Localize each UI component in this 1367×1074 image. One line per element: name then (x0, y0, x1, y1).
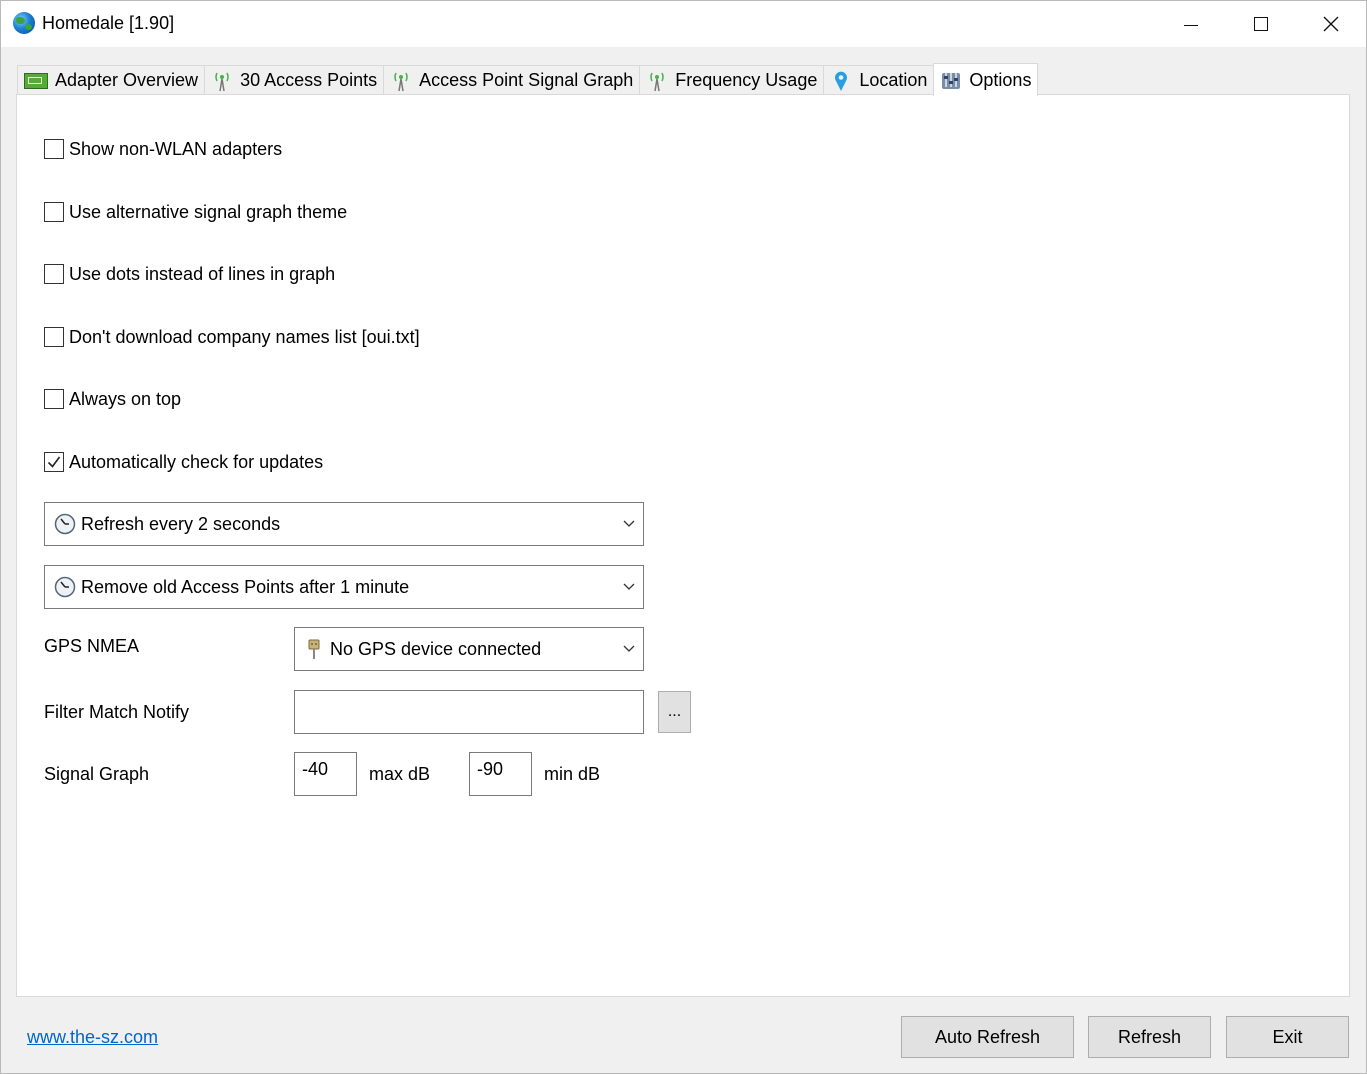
minimize-icon (1184, 24, 1198, 26)
close-button[interactable] (1296, 1, 1366, 47)
clock-icon (54, 576, 76, 598)
title-bar: Homedale [1.90] (1, 1, 1366, 47)
options-icon (940, 69, 962, 91)
maximize-button[interactable] (1226, 1, 1296, 47)
checkbox-dots-in-graph[interactable]: Use dots instead of lines in graph (44, 262, 335, 286)
gps-device-value: No GPS device connected (330, 638, 542, 659)
antenna-icon (646, 70, 668, 92)
checkbox-show-non-wlan[interactable]: Show non-WLAN adapters (44, 137, 282, 161)
auto-refresh-button[interactable]: Auto Refresh (901, 1016, 1074, 1058)
checkbox-box[interactable] (44, 264, 64, 284)
tab-label: Location (859, 70, 928, 90)
min-db-input[interactable]: -90 (469, 752, 532, 796)
gps-device-select[interactable]: No GPS device connected (294, 627, 644, 671)
checkbox-box[interactable] (44, 452, 64, 472)
network-adapter-icon (24, 72, 48, 89)
minimize-button[interactable] (1156, 1, 1226, 47)
website-link[interactable]: www.the-sz.com (27, 1027, 158, 1048)
signal-graph-label: Signal Graph (44, 764, 150, 784)
tab-label: Adapter Overview (55, 70, 199, 90)
location-pin-icon (830, 70, 852, 92)
refresh-interval-value: Refresh every 2 seconds (81, 513, 281, 534)
checkmark-icon (47, 456, 61, 468)
antenna-icon (390, 70, 412, 92)
clock-icon (54, 513, 76, 535)
tab-label: Options (969, 69, 1032, 90)
min-db-label: min dB (544, 764, 601, 784)
gps-nmea-label: GPS NMEA (44, 636, 140, 656)
checkbox-no-oui-download[interactable]: Don't download company names list [oui.t… (44, 325, 420, 349)
checkbox-box[interactable] (44, 139, 64, 159)
checkbox-label: Don't download company names list [oui.t… (69, 326, 420, 347)
filter-browse-button[interactable]: ... (658, 691, 691, 733)
checkbox-box[interactable] (44, 327, 64, 347)
checkbox-label: Automatically check for updates (69, 451, 324, 472)
checkbox-box[interactable] (44, 389, 64, 409)
checkbox-always-on-top[interactable]: Always on top (44, 387, 181, 411)
checkbox-label: Always on top (69, 388, 182, 409)
serial-port-icon (303, 638, 325, 660)
checkbox-label: Show non-WLAN adapters (69, 138, 283, 159)
max-db-label: max dB (369, 764, 431, 784)
close-icon (1323, 16, 1339, 32)
checkbox-alt-graph-theme[interactable]: Use alternative signal graph theme (44, 200, 347, 224)
chevron-down-icon (615, 583, 643, 591)
tab-strip: Adapter Overview 30 Access Points Access… (17, 63, 1039, 96)
remove-old-aps-select[interactable]: Remove old Access Points after 1 minute (44, 565, 644, 609)
maximize-icon (1254, 17, 1268, 31)
tab-frequency-usage[interactable]: Frequency Usage (639, 65, 825, 95)
tab-access-points[interactable]: 30 Access Points (204, 65, 385, 95)
checkbox-label: Use alternative signal graph theme (69, 201, 348, 222)
tab-adapter-overview[interactable]: Adapter Overview (17, 65, 206, 95)
tab-options[interactable]: Options (933, 63, 1039, 96)
tab-location[interactable]: Location (823, 65, 935, 95)
refresh-button[interactable]: Refresh (1088, 1016, 1211, 1058)
checkbox-auto-update[interactable]: Automatically check for updates (44, 450, 323, 474)
globe-icon (13, 12, 35, 34)
window-title: Homedale [1.90] (42, 13, 175, 33)
filter-match-input[interactable] (294, 690, 644, 734)
checkbox-label: Use dots instead of lines in graph (69, 263, 336, 284)
filter-match-notify-label: Filter Match Notify (44, 702, 190, 722)
chevron-down-icon (615, 645, 643, 653)
chevron-down-icon (615, 520, 643, 528)
antenna-icon (211, 70, 233, 92)
tab-label: 30 Access Points (240, 70, 378, 90)
tab-label: Access Point Signal Graph (419, 70, 634, 90)
exit-button[interactable]: Exit (1226, 1016, 1349, 1058)
refresh-interval-select[interactable]: Refresh every 2 seconds (44, 502, 644, 546)
main-window: Homedale [1.90] Adapter Overview 30 Acce… (0, 0, 1367, 1074)
max-db-input[interactable]: -40 (294, 752, 357, 796)
remove-old-aps-value: Remove old Access Points after 1 minute (81, 576, 410, 597)
tab-label: Frequency Usage (675, 70, 818, 90)
tab-signal-graph[interactable]: Access Point Signal Graph (383, 65, 641, 95)
checkbox-box[interactable] (44, 202, 64, 222)
